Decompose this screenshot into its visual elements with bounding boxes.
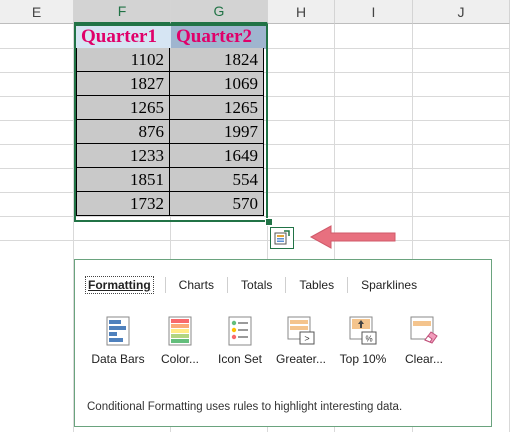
column-header-j[interactable]: J <box>413 0 510 24</box>
fill-handle[interactable] <box>265 218 273 226</box>
column-header-g[interactable]: G <box>171 0 268 24</box>
table-cell[interactable]: 876 <box>76 120 170 144</box>
svg-text:>: > <box>304 334 309 344</box>
quick-analysis-tabs: Formatting Charts Totals Tables Sparklin… <box>85 276 419 294</box>
quick-analysis-button[interactable] <box>270 227 294 249</box>
top-10-icon: % <box>349 316 377 345</box>
quick-analysis-description: Conditional Formatting uses rules to hig… <box>87 401 403 413</box>
quick-analysis-icon <box>274 230 290 245</box>
table-cell[interactable]: 1732 <box>76 192 170 216</box>
tab-divider <box>227 277 229 293</box>
column-header-i[interactable]: I <box>335 0 413 24</box>
tab-formatting[interactable]: Formatting <box>85 276 154 294</box>
option-clear-format[interactable]: Clear... <box>391 316 457 366</box>
table-cell[interactable]: 554 <box>170 168 264 192</box>
table-cell[interactable]: 1851 <box>76 168 170 192</box>
tab-tables[interactable]: Tables <box>297 278 336 292</box>
tab-totals[interactable]: Totals <box>239 278 274 292</box>
table-cell[interactable]: 570 <box>170 192 264 216</box>
tab-divider <box>285 277 287 293</box>
option-label: Data Bars <box>91 352 145 366</box>
table-cell[interactable]: 1997 <box>170 120 264 144</box>
column-header-e[interactable]: E <box>0 0 74 24</box>
option-label: Top 10% <box>339 352 387 366</box>
quick-analysis-panel: Formatting Charts Totals Tables Sparklin… <box>74 259 492 427</box>
option-label: Clear... <box>404 352 443 366</box>
table-cell[interactable]: 1265 <box>170 96 264 120</box>
column-header-f[interactable]: F <box>74 0 171 24</box>
option-label: Greater... <box>275 352 327 366</box>
option-greater-than[interactable]: > Greater... <box>268 316 334 366</box>
table-cell[interactable]: 1069 <box>170 72 264 96</box>
header-cell-quarter2[interactable]: Quarter2 <box>171 25 266 49</box>
table-cell[interactable]: 1827 <box>76 72 170 96</box>
tab-charts[interactable]: Charts <box>177 278 216 292</box>
tab-divider <box>347 277 349 293</box>
tab-sparklines[interactable]: Sparklines <box>359 278 419 292</box>
tab-divider <box>164 277 166 293</box>
table-cell[interactable]: 1102 <box>76 48 170 72</box>
table-cell[interactable]: 1265 <box>76 96 170 120</box>
table-cell[interactable]: 1233 <box>76 144 170 168</box>
icon-set-icon <box>228 316 252 346</box>
clear-format-icon <box>410 316 438 344</box>
greater-than-icon: > <box>287 316 315 345</box>
option-top-10[interactable]: % Top 10% <box>330 316 396 366</box>
data-bars-icon <box>106 316 130 346</box>
pointer-arrow-icon <box>309 225 396 249</box>
gridline <box>0 240 510 241</box>
option-data-bars[interactable]: Data Bars <box>85 316 151 366</box>
column-header-h[interactable]: H <box>268 0 335 24</box>
option-icon-set[interactable]: Icon Set <box>207 316 273 366</box>
gridline <box>0 216 510 217</box>
table-cell[interactable]: 1824 <box>170 48 264 72</box>
color-scale-icon <box>168 316 192 346</box>
table-cell[interactable]: 1649 <box>170 144 264 168</box>
option-color-scale[interactable]: Color... <box>147 316 213 366</box>
header-cell-quarter1[interactable]: Quarter1 <box>76 25 171 49</box>
svg-text:%: % <box>365 335 372 344</box>
option-label: Color... <box>160 352 199 366</box>
option-label: Icon Set <box>217 352 263 366</box>
